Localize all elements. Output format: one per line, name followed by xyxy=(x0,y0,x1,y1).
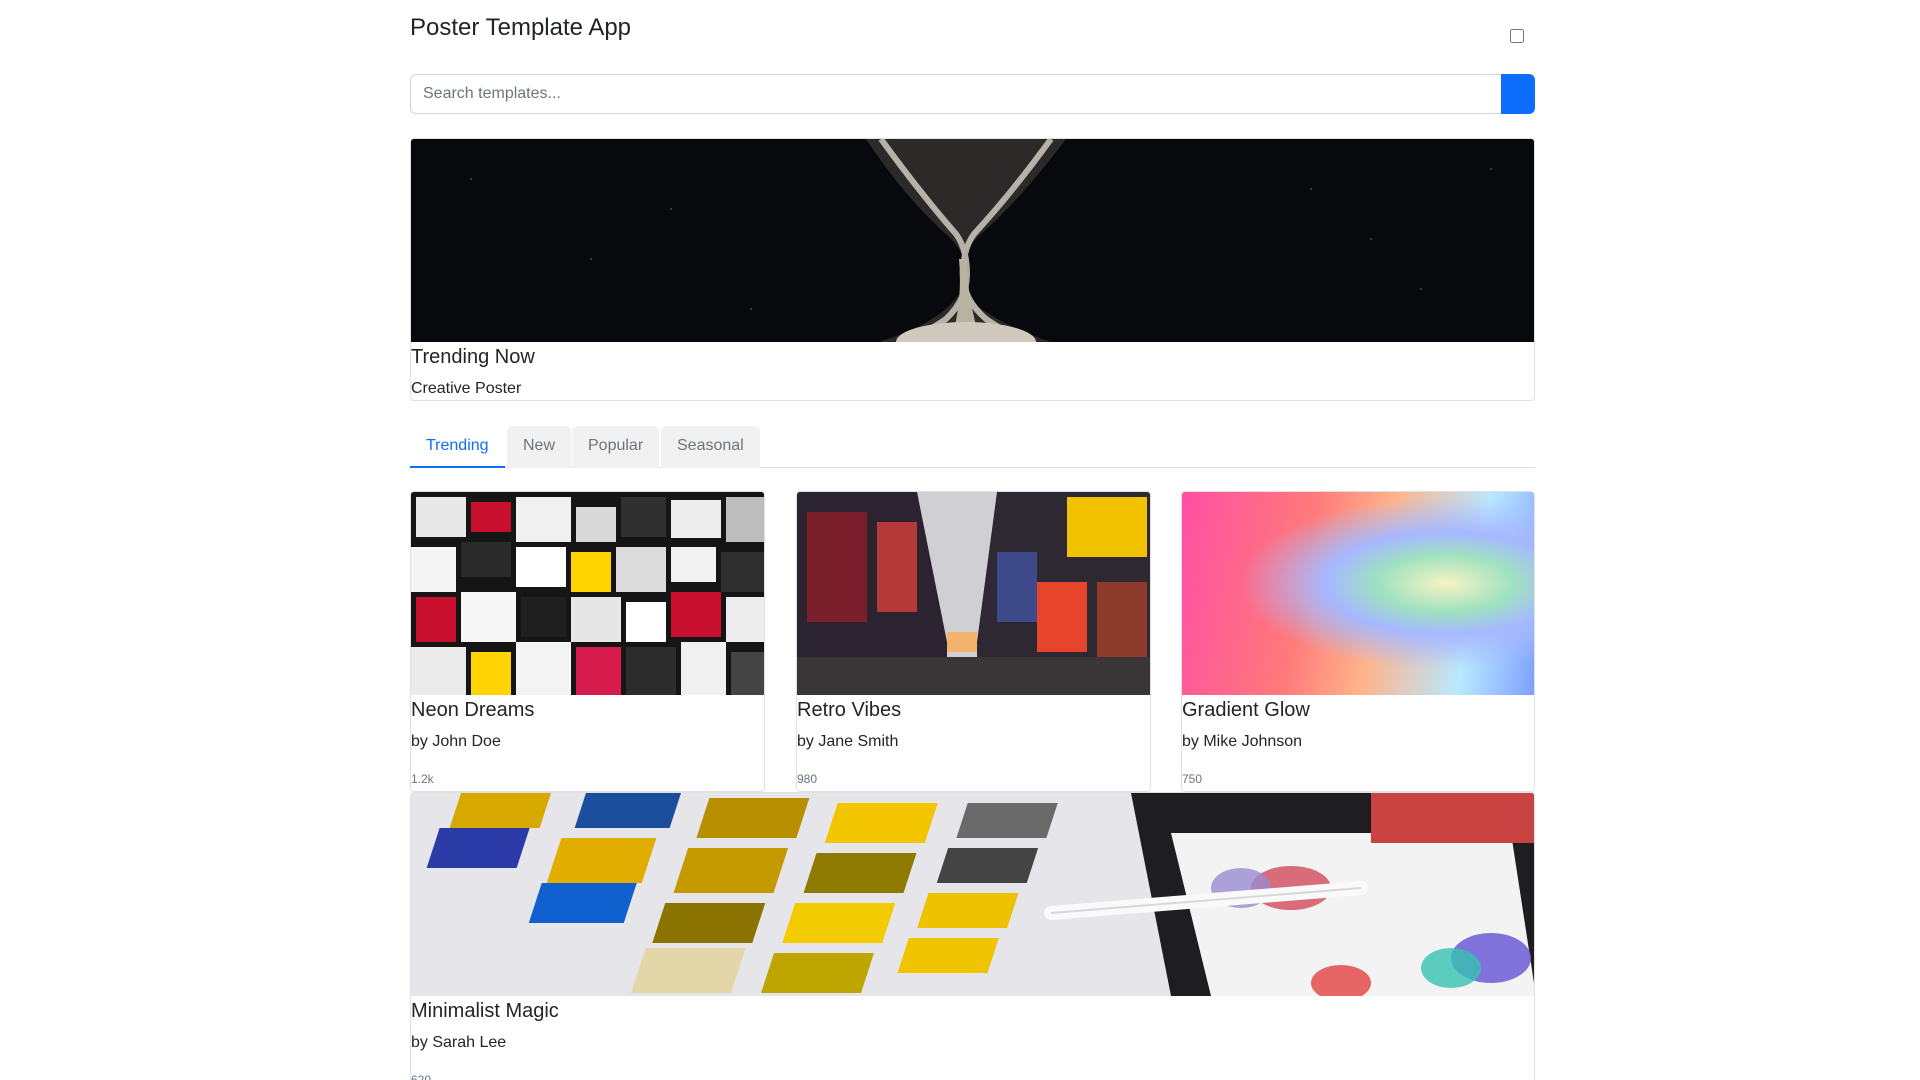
city-street-icon xyxy=(797,492,1150,695)
template-title: Gradient Glow xyxy=(1182,699,1310,721)
template-title: Retro Vibes xyxy=(797,699,902,721)
template-likes: 1.2k xyxy=(411,772,434,786)
template-author: by Jane Smith xyxy=(797,733,899,750)
template-author: by Mike Johnson xyxy=(1182,733,1303,750)
template-image xyxy=(411,492,764,695)
template-likes: 620 xyxy=(411,1073,432,1080)
template-likes: 980 xyxy=(797,772,818,786)
featured-image xyxy=(411,139,1534,342)
app-title: Poster Template App xyxy=(410,14,632,41)
tab-popular[interactable]: Popular xyxy=(572,426,660,468)
color-swatches-icon xyxy=(411,793,1534,996)
tab-new[interactable]: New xyxy=(507,426,572,468)
template-image xyxy=(411,793,1534,996)
sticker-collage-icon xyxy=(411,492,764,695)
template-card[interactable]: Minimalist Magic by Sarah Lee 620 xyxy=(410,792,1535,1080)
template-author: by Sarah Lee xyxy=(411,1034,507,1051)
search-input[interactable] xyxy=(410,74,1501,114)
category-tabs: Trending New Popular Seasonal xyxy=(410,426,1535,468)
template-likes: 750 xyxy=(1182,772,1203,786)
template-card[interactable]: Gradient Glow by Mike Johnson 750 xyxy=(1181,491,1535,792)
template-title: Neon Dreams xyxy=(411,699,535,721)
featured-subtitle: Creative Poster xyxy=(411,380,522,397)
template-card[interactable]: Retro Vibes by Jane Smith 980 xyxy=(796,491,1151,792)
template-card[interactable]: Neon Dreams by John Doe 1.2k xyxy=(410,491,765,792)
tab-trending[interactable]: Trending xyxy=(410,426,505,468)
template-title: Minimalist Magic xyxy=(411,1000,559,1022)
search-bar xyxy=(410,74,1535,114)
featured-title: Trending Now xyxy=(411,346,535,368)
search-button[interactable] xyxy=(1501,74,1535,114)
featured-card[interactable]: Trending Now Creative Poster xyxy=(410,138,1535,401)
hourglass-icon xyxy=(411,139,1534,342)
template-author: by John Doe xyxy=(411,733,501,750)
tab-seasonal[interactable]: Seasonal xyxy=(661,426,760,468)
theme-toggle-checkbox[interactable] xyxy=(1510,29,1524,43)
template-image xyxy=(797,492,1150,695)
template-image xyxy=(1182,492,1534,695)
